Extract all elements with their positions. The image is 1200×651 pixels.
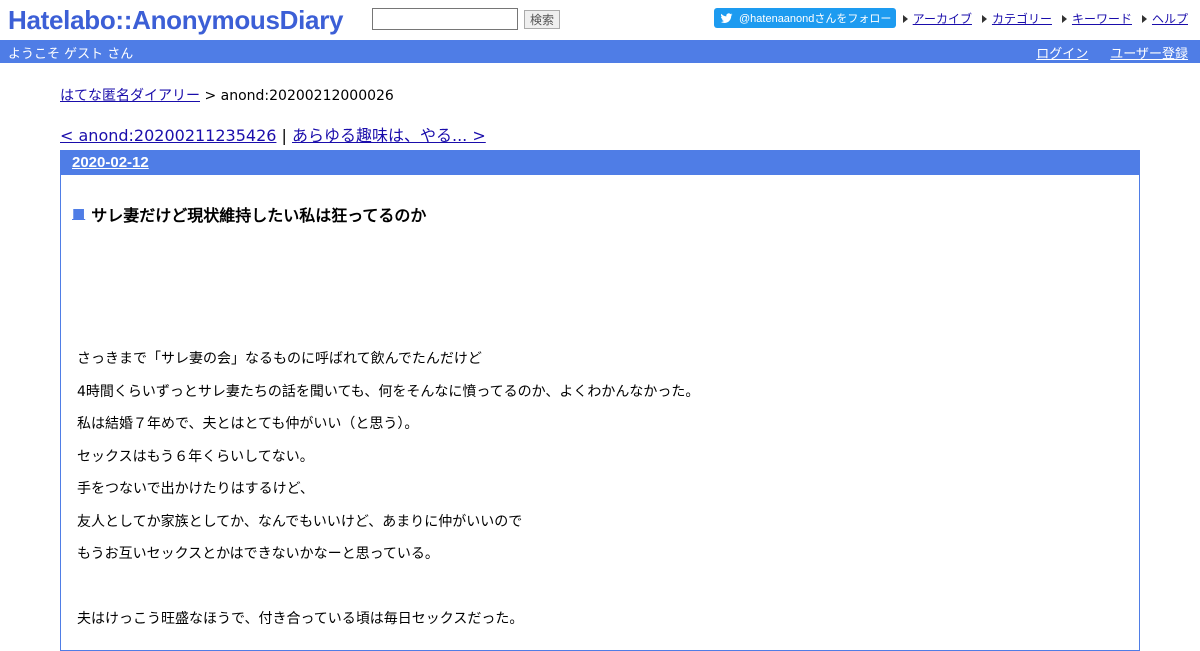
user-actions: ログイン ユーザー登録 (1036, 43, 1188, 62)
body-line-blank (77, 578, 699, 611)
entry-title-text: サレ妻だけど現状維持したい私は狂ってるのか (91, 206, 427, 225)
entry-title: ■ サレ妻だけど現状維持したい私は狂ってるのか (72, 202, 426, 226)
breadcrumb-separator: > (200, 88, 221, 104)
help-link[interactable]: ヘルプ (1152, 10, 1188, 27)
header-link-archive[interactable]: アーカイブ (902, 10, 972, 27)
body-line: 夫はけっこう旺盛なほうで、付き合っている頃は毎日セックスだった。 (77, 611, 524, 627)
search-input[interactable] (372, 8, 518, 30)
date-header: 2020-02-12 (61, 150, 1139, 175)
body-line: 私は結婚７年めで、夫とはとても仲がいい（と思う）。 (77, 416, 419, 432)
body-line: さっきまで「サレ妻の会」なるものに呼ばれて飲んでたんだけど (77, 351, 482, 367)
register-link[interactable]: ユーザー登録 (1110, 43, 1188, 62)
archive-link[interactable]: アーカイブ (913, 10, 972, 27)
twitter-follow-button[interactable]: @hatenaanondさんをフォロー (714, 8, 896, 28)
permalink-square-icon[interactable]: ■ (72, 206, 85, 222)
twitter-icon (720, 12, 733, 23)
user-bar: ようこそ ゲスト さん ログイン ユーザー登録 (0, 40, 1200, 63)
body-line: 友人としてか家族としてか、なんでもいいけど、あまりに仲がいいので (77, 513, 523, 530)
twitter-follow-label: @hatenaanondさんをフォロー (739, 13, 892, 25)
breadcrumb: はてな匿名ダイアリー > anond:20200212000026 (60, 85, 394, 105)
arrow-right-icon (981, 14, 987, 23)
breadcrumb-home[interactable]: はてな匿名ダイアリー (60, 88, 200, 104)
search-button[interactable]: 検索 (524, 10, 560, 29)
body-line: 手をつないで出かけたりはするけど、 (77, 481, 314, 497)
header-link-category[interactable]: カテゴリー (981, 10, 1052, 27)
arrow-right-icon (1061, 14, 1067, 23)
nav-separator: | (276, 126, 292, 145)
diary-entry: 2020-02-12 ■ サレ妻だけど現状維持したい私は狂ってるのか さっきまで… (60, 150, 1140, 651)
category-link[interactable]: カテゴリー (992, 10, 1052, 27)
next-entry-link[interactable]: あらゆる趣味は、やる... > (292, 126, 486, 145)
welcome-text: ようこそ ゲスト さん (8, 47, 134, 62)
site-logo[interactable]: Hatelabo::AnonymousDiary (8, 4, 343, 36)
keyword-link[interactable]: キーワード (1072, 10, 1132, 27)
breadcrumb-current: anond:20200212000026 (220, 88, 394, 104)
header-link-help[interactable]: ヘルプ (1141, 10, 1188, 27)
login-link[interactable]: ログイン (1036, 43, 1088, 62)
body-line: もうお互いセックスとかはできないかなーと思っている。 (77, 546, 439, 562)
entry-body: さっきまで「サレ妻の会」なるものに呼ばれて飲んでたんだけど 4時間くらいずっとサ… (77, 350, 699, 643)
prev-entry-link[interactable]: < anond:20200211235426 (60, 126, 276, 145)
arrow-right-icon (1141, 14, 1147, 23)
header-link-keyword[interactable]: キーワード (1061, 10, 1132, 27)
body-line: セックスはもう６年くらいしてない。 (77, 448, 314, 465)
arrow-right-icon (902, 14, 908, 23)
body-line: 4時間くらいずっとサレ妻たちの話を聞いても、何をそんなに憤ってるのか、よくわかん… (77, 383, 700, 400)
top-header: Hatelabo::AnonymousDiary 検索 @hatenaanond… (0, 0, 1200, 40)
entry-navigation: < anond:20200211235426 | あらゆる趣味は、やる... > (60, 122, 486, 146)
header-links: アーカイブ カテゴリー キーワード ヘルプ (902, 10, 1188, 27)
entry-date-link[interactable]: 2020-02-12 (72, 154, 149, 171)
